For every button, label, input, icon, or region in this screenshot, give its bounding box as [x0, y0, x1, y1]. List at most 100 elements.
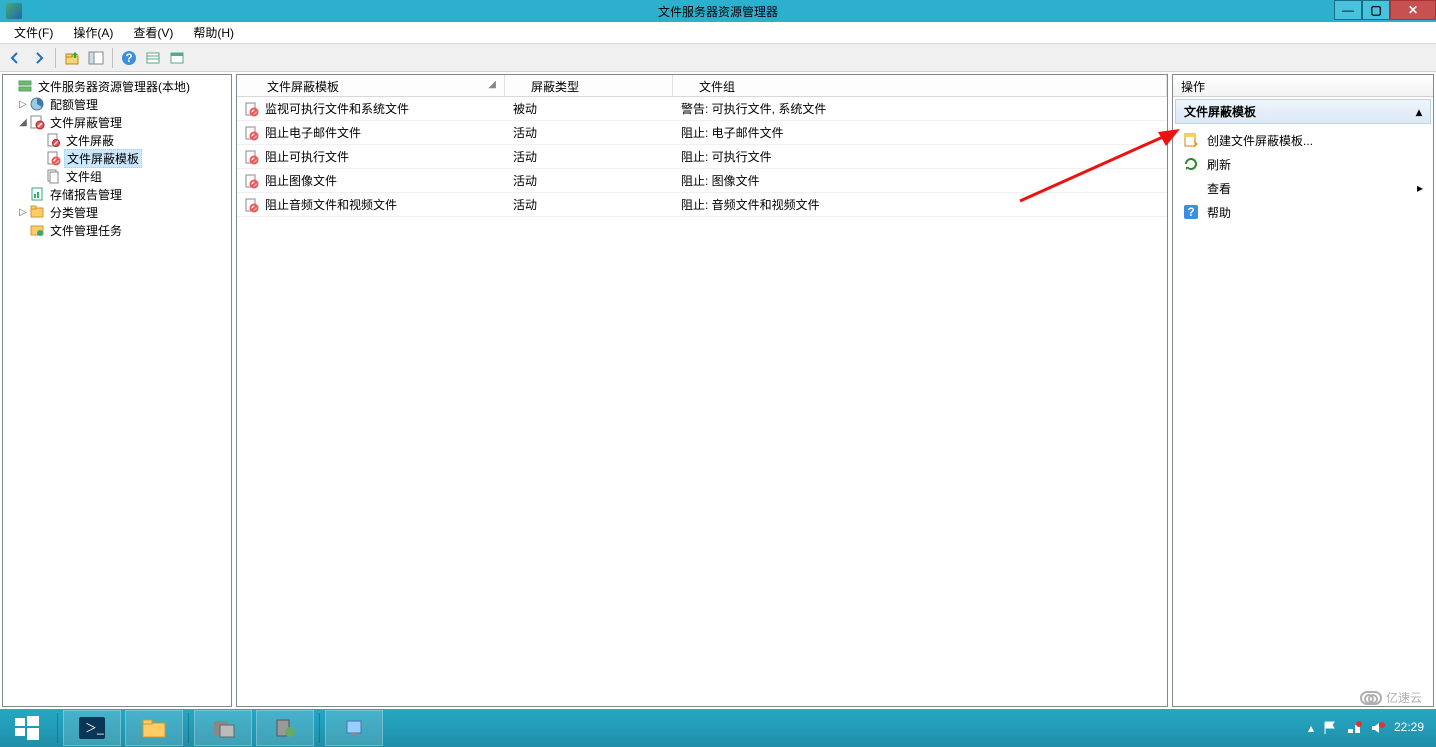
- menu-bar: 文件(F) 操作(A) 查看(V) 帮助(H): [0, 22, 1436, 44]
- list-header: 文件屏蔽模板 ◢ 屏蔽类型 文件组: [237, 75, 1167, 97]
- cell-template: 阻止音频文件和视频文件: [237, 196, 505, 213]
- svg-text:?: ?: [125, 51, 132, 65]
- cell-type: 活动: [505, 196, 673, 213]
- spacer-icon: [1183, 180, 1199, 196]
- tray-chevron-icon[interactable]: ▴: [1308, 721, 1314, 735]
- list-body: 监视可执行文件和系统文件被动警告: 可执行文件, 系统文件阻止电子邮件文件活动阻…: [237, 97, 1167, 706]
- expand-icon[interactable]: ▷: [17, 207, 29, 218]
- taskbar: ＞_ ▴ 22:29: [0, 709, 1436, 747]
- classification-icon: [29, 204, 45, 220]
- maximize-button[interactable]: ▢: [1362, 0, 1390, 20]
- taskbar-separator: [188, 713, 189, 743]
- table-row[interactable]: 阻止可执行文件活动阻止: 可执行文件: [237, 145, 1167, 169]
- svg-text:＞_: ＞_: [85, 721, 104, 735]
- cell-template: 阻止可执行文件: [237, 148, 505, 165]
- up-button[interactable]: [61, 47, 83, 69]
- volume-icon[interactable]: [1370, 720, 1386, 736]
- clock-time: 22:29: [1394, 721, 1424, 734]
- tree-file-task[interactable]: 文件管理任务: [3, 221, 231, 239]
- cell-group: 阻止: 可执行文件: [673, 148, 1167, 165]
- taskbar-clock[interactable]: 22:29: [1394, 721, 1424, 734]
- table-row[interactable]: 阻止音频文件和视频文件活动阻止: 音频文件和视频文件: [237, 193, 1167, 217]
- cell-text: 阻止音频文件和视频文件: [265, 196, 397, 213]
- help-icon: ?: [1183, 204, 1199, 220]
- tree-label: 文件屏蔽模板: [64, 149, 142, 168]
- template-icon: [243, 101, 259, 117]
- actions-section-title[interactable]: 文件屏蔽模板 ▴: [1175, 99, 1431, 124]
- action-refresh[interactable]: 刷新: [1173, 152, 1433, 176]
- tree-storage-report[interactable]: 存储报告管理: [3, 185, 231, 203]
- col-label: 屏蔽类型: [531, 80, 579, 94]
- window-controls: — ▢ ✕: [1334, 0, 1436, 22]
- table-row[interactable]: 阻止图像文件活动阻止: 图像文件: [237, 169, 1167, 193]
- cell-group: 阻止: 电子邮件文件: [673, 124, 1167, 141]
- task-powershell[interactable]: ＞_: [63, 710, 121, 746]
- minimize-button[interactable]: —: [1334, 0, 1362, 20]
- menu-view[interactable]: 查看(V): [125, 22, 181, 43]
- svg-text:?: ?: [1187, 205, 1194, 219]
- tree-label: 文件组: [64, 168, 104, 185]
- file-group-icon: [45, 168, 61, 184]
- tree-screen-template[interactable]: 文件屏蔽模板: [3, 149, 231, 167]
- cell-group: 警告: 可执行文件, 系统文件: [673, 100, 1167, 117]
- tree-label: 文件屏蔽管理: [48, 114, 124, 131]
- tree-label: 分类管理: [48, 204, 100, 221]
- menu-action[interactable]: 操作(A): [65, 22, 121, 43]
- template-icon: [243, 149, 259, 165]
- tree-panel: 文件服务器资源管理器(本地) ▷ 配额管理 ◢ 文件屏蔽管理: [2, 74, 232, 707]
- collapse-icon[interactable]: ▴: [1416, 105, 1422, 119]
- table-row[interactable]: 监视可执行文件和系统文件 被动警告: 可执行文件, 系统文件: [237, 97, 1167, 121]
- view-small-button[interactable]: [142, 47, 164, 69]
- menu-file[interactable]: 文件(F): [6, 22, 61, 43]
- action-create-template[interactable]: 创建文件屏蔽模板...: [1173, 128, 1433, 152]
- col-group[interactable]: 文件组: [673, 75, 1167, 96]
- back-button[interactable]: [4, 47, 26, 69]
- tree-screen[interactable]: 文件屏蔽: [3, 131, 231, 149]
- tree-classification[interactable]: ▷ 分类管理: [3, 203, 231, 221]
- action-help[interactable]: ? 帮助: [1173, 200, 1433, 224]
- expand-icon[interactable]: ▷: [17, 99, 29, 110]
- toolbar-separator: [112, 48, 113, 68]
- network-icon[interactable]: [1346, 720, 1362, 736]
- app-icon: [6, 3, 22, 19]
- flag-icon[interactable]: [1322, 720, 1338, 736]
- task-app[interactable]: [325, 710, 383, 746]
- start-button[interactable]: [0, 709, 54, 747]
- tree-quota[interactable]: ▷ 配额管理: [3, 95, 231, 113]
- close-button[interactable]: ✕: [1390, 0, 1436, 20]
- template-icon: [243, 197, 259, 213]
- tree-screen-mgmt[interactable]: ◢ 文件屏蔽管理: [3, 113, 231, 131]
- forward-button[interactable]: [28, 47, 50, 69]
- task-server-manager[interactable]: [194, 710, 252, 746]
- table-row[interactable]: 阻止电子邮件文件活动阻止: 电子邮件文件: [237, 121, 1167, 145]
- tree-label: 文件服务器资源管理器(本地): [36, 78, 192, 95]
- collapse-icon[interactable]: ◢: [17, 117, 29, 128]
- cell-text: 阻止图像文件: [265, 172, 337, 189]
- navigation-tree: 文件服务器资源管理器(本地) ▷ 配额管理 ◢ 文件屏蔽管理: [3, 77, 231, 239]
- cell-text: 阻止可执行文件: [265, 148, 349, 165]
- tree-root[interactable]: 文件服务器资源管理器(本地): [3, 77, 231, 95]
- col-label: 文件组: [699, 80, 735, 94]
- server-icon: [17, 78, 33, 94]
- cell-text: 监视可执行文件和系统文件: [265, 100, 409, 117]
- toolbar-separator: [55, 48, 56, 68]
- cell-template: 阻止图像文件: [237, 172, 505, 189]
- task-explorer[interactable]: [125, 710, 183, 746]
- tree-label: 文件管理任务: [48, 222, 124, 239]
- col-type[interactable]: 屏蔽类型: [505, 75, 673, 96]
- col-template[interactable]: 文件屏蔽模板 ◢: [237, 75, 505, 96]
- cell-text: 阻止电子邮件文件: [265, 124, 361, 141]
- view-large-button[interactable]: [166, 47, 188, 69]
- system-tray: ▴ 22:29: [1308, 720, 1436, 736]
- help-button[interactable]: ?: [118, 47, 140, 69]
- show-hide-button[interactable]: [85, 47, 107, 69]
- cell-template: 阻止电子邮件文件: [237, 124, 505, 141]
- task-fsrm[interactable]: [256, 710, 314, 746]
- report-icon: [29, 186, 45, 202]
- file-screen-icon: [45, 132, 61, 148]
- tree-file-group[interactable]: 文件组: [3, 167, 231, 185]
- action-view[interactable]: 查看 ▸: [1173, 176, 1433, 200]
- menu-help[interactable]: 帮助(H): [185, 22, 242, 43]
- window-title: 文件服务器资源管理器: [658, 3, 778, 20]
- cell-type: 被动: [505, 100, 673, 117]
